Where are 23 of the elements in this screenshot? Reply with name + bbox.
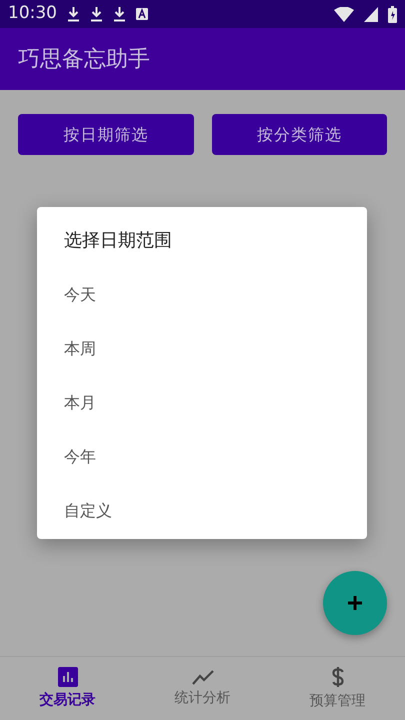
status-time: 10:30 bbox=[8, 2, 57, 26]
battery-icon bbox=[388, 6, 397, 22]
menu-option[interactable]: 本月 bbox=[64, 376, 96, 430]
add-button[interactable] bbox=[323, 571, 387, 635]
add-icon bbox=[348, 596, 362, 610]
dialog-title: 选择日期范围 bbox=[64, 229, 173, 253]
bar-chart-icon bbox=[58, 666, 78, 686]
menu-option[interactable]: 今年 bbox=[64, 430, 96, 484]
app-title: 巧思备忘助手 bbox=[18, 46, 150, 74]
download-icon bbox=[67, 6, 80, 22]
wifi-icon bbox=[334, 6, 354, 22]
menu-option[interactable]: 今天 bbox=[64, 268, 96, 322]
download-icon bbox=[113, 6, 126, 22]
trend-line-icon bbox=[192, 668, 214, 684]
filter-button[interactable]: 按分类筛选 bbox=[212, 114, 387, 155]
nav-tab[interactable]: 交易记录 bbox=[0, 657, 135, 720]
notification-icon bbox=[136, 8, 148, 20]
menu-option[interactable]: 自定义 bbox=[64, 484, 112, 538]
download-icon bbox=[90, 6, 103, 22]
signal-icon bbox=[364, 6, 378, 22]
menu-option[interactable]: 本周 bbox=[64, 322, 96, 376]
filter-button[interactable]: 按日期筛选 bbox=[18, 114, 194, 155]
dollar-icon bbox=[330, 666, 344, 688]
